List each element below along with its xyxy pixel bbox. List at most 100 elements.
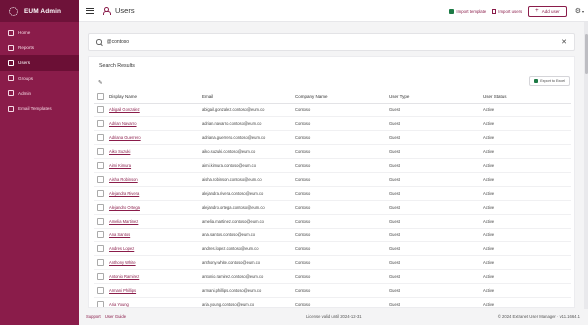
row-checkbox[interactable] bbox=[97, 259, 104, 267]
column-header-user-type[interactable]: User Type bbox=[389, 90, 483, 104]
user-status-cell: Active bbox=[483, 228, 571, 243]
clear-search-icon[interactable]: ✕ bbox=[561, 38, 567, 46]
sidebar-item-reports[interactable]: Reports bbox=[0, 40, 79, 55]
user-name-link[interactable]: Armani Phillips bbox=[109, 288, 136, 293]
table-row[interactable]: Ana Santos ana.santos.contoso@eum.co Conto… bbox=[94, 228, 571, 243]
email-cell: ana.santos.contoso@eum.co bbox=[202, 228, 295, 243]
row-select-cell bbox=[94, 130, 109, 146]
user-type-cell: Guest bbox=[389, 269, 483, 285]
email-cell: andres.lopez.contoso@eum.co bbox=[202, 241, 295, 257]
table-row[interactable]: Adriana Guerrero adriana.guerrero.contoso… bbox=[94, 130, 571, 146]
menu-toggle-icon[interactable] bbox=[86, 7, 94, 14]
row-checkbox[interactable] bbox=[97, 287, 104, 295]
user-name-link[interactable]: Alejandra Rivera bbox=[109, 191, 139, 196]
row-checkbox[interactable] bbox=[97, 120, 104, 128]
row-checkbox[interactable] bbox=[97, 273, 104, 281]
column-header-display-name[interactable]: Display Name bbox=[109, 90, 202, 104]
support-link[interactable]: Support bbox=[86, 314, 101, 319]
scrollbar-thumb[interactable] bbox=[584, 34, 588, 74]
table-row[interactable]: Aisha Robinson aisha.robinson.contoso@eum… bbox=[94, 172, 571, 187]
user-name-link[interactable]: Aimi Kimura bbox=[109, 163, 131, 168]
company-cell: Contoso bbox=[295, 186, 389, 201]
user-type-cell: Guest bbox=[389, 297, 483, 307]
row-checkbox[interactable] bbox=[97, 134, 104, 142]
row-checkbox[interactable] bbox=[97, 148, 104, 156]
table-row[interactable]: Aria Young aria.young.contoso@eum.co Conto… bbox=[94, 297, 571, 307]
row-checkbox[interactable] bbox=[97, 245, 104, 253]
user-status-cell: Active bbox=[483, 172, 571, 187]
user-name-link[interactable]: Alejandro Ortega bbox=[109, 205, 140, 210]
chevron-down-icon[interactable]: ▾ bbox=[582, 9, 584, 14]
row-checkbox[interactable] bbox=[97, 175, 104, 183]
user-type-cell: Guest bbox=[389, 158, 483, 173]
sidebar-item-admin[interactable]: Admin bbox=[0, 86, 79, 101]
chart-icon bbox=[8, 44, 14, 51]
user-name-link[interactable]: Amelia Martinez bbox=[109, 219, 138, 224]
row-checkbox[interactable] bbox=[97, 231, 104, 239]
page-scrollbar[interactable] bbox=[584, 22, 588, 309]
table-row[interactable]: Amelia Martinez amelia.martinez.contoso@e… bbox=[94, 214, 571, 229]
user-name-link[interactable]: Ana Santos bbox=[109, 232, 130, 237]
email-cell: alejandro.ortega.contoso@eum.co bbox=[202, 200, 295, 215]
table-row[interactable]: Armani Phillips armani.phillips.contoso@e… bbox=[94, 283, 571, 298]
display-name-cell: Alejandro Ortega bbox=[109, 200, 202, 215]
sidebar-item-email-templates[interactable]: Email Templates bbox=[0, 101, 79, 116]
import-users-link[interactable]: Import users bbox=[492, 8, 523, 14]
user-name-link[interactable]: Adrian Navarro bbox=[109, 121, 137, 126]
user-name-link[interactable]: Anthony White bbox=[109, 260, 136, 265]
display-name-cell: Adriana Guerrero bbox=[109, 130, 202, 146]
table-row[interactable]: Aimi Kimura aimi.kimura.contoso@eum.co Con… bbox=[94, 158, 571, 173]
search-icon bbox=[96, 39, 102, 45]
select-all-checkbox[interactable] bbox=[97, 92, 104, 100]
sidebar: EUM Admin Home Reports Users Groups Admin Ema… bbox=[0, 0, 79, 325]
search-input[interactable] bbox=[106, 39, 507, 45]
table-row[interactable]: Aiko Suzuki aiko.suzuki.contoso@eum.co Con… bbox=[94, 144, 571, 160]
add-user-button[interactable]: + Add user bbox=[528, 5, 567, 17]
row-select-cell bbox=[94, 116, 109, 132]
table-row[interactable]: Anthony White anthony.white.contoso@eum.c… bbox=[94, 255, 571, 271]
user-status-cell: Active bbox=[483, 130, 571, 146]
row-checkbox[interactable] bbox=[97, 300, 104, 307]
user-name-link[interactable]: Aiko Suzuki bbox=[109, 149, 130, 154]
import-template-link[interactable]: Import template bbox=[449, 8, 486, 14]
sidebar-item-groups[interactable]: Groups bbox=[0, 71, 79, 86]
table-row[interactable]: Abigail Gonzalez abigail.gonzalez.contoso… bbox=[94, 103, 571, 118]
user-name-link[interactable]: Aria Young bbox=[109, 302, 129, 307]
settings-gear-icon[interactable]: ⚙ bbox=[575, 7, 581, 15]
table-row[interactable]: Alejandro Ortega alejandro.ortega.contoso… bbox=[94, 200, 571, 215]
row-checkbox[interactable] bbox=[97, 189, 104, 197]
table-body: Abigail Gonzalez abigail.gonzalez.contoso… bbox=[94, 103, 571, 307]
column-header-email[interactable]: Email bbox=[202, 90, 295, 104]
user-name-link[interactable]: Aisha Robinson bbox=[109, 177, 138, 182]
display-name-cell: Ana Santos bbox=[109, 228, 202, 243]
email-cell: aimi.kimura.contoso@eum.co bbox=[202, 158, 295, 173]
row-checkbox[interactable] bbox=[97, 162, 104, 169]
users-table: Display Name Email Company Name User Typ… bbox=[94, 90, 571, 307]
row-checkbox[interactable] bbox=[97, 203, 104, 211]
column-header-company-name[interactable]: Company Name bbox=[295, 90, 389, 104]
email-cell: anthony.white.contoso@eum.co bbox=[202, 255, 295, 271]
user-name-link[interactable]: Adriana Guerrero bbox=[109, 135, 141, 140]
sidebar-item-users[interactable]: Users bbox=[0, 55, 79, 71]
user-name-link[interactable]: Abigail Gonzalez bbox=[109, 107, 140, 112]
table-row[interactable]: Adrian Navarro adrian.navarro.contoso@eum… bbox=[94, 116, 571, 132]
user-status-cell: Active bbox=[483, 214, 571, 229]
sidebar-item-home[interactable]: Home bbox=[0, 25, 79, 40]
display-name-cell: Abigail Gonzalez bbox=[109, 103, 202, 118]
table-row[interactable]: Alejandra Rivera alejandra.rivera.contoso… bbox=[94, 186, 571, 201]
row-checkbox[interactable] bbox=[97, 106, 104, 114]
edit-pencil-icon[interactable]: ✎ bbox=[98, 80, 103, 86]
column-header-user-status[interactable]: User Status bbox=[483, 90, 571, 104]
import-users-label: Import users bbox=[498, 8, 523, 14]
row-select-cell bbox=[94, 103, 109, 118]
table-row[interactable]: Antonio Ramirez antonio.ramirez.contoso@e… bbox=[94, 269, 571, 285]
user-type-cell: Guest bbox=[389, 103, 483, 118]
user-name-link[interactable]: Antonio Ramirez bbox=[109, 274, 139, 279]
export-to-excel-button[interactable]: Export to Excel bbox=[529, 76, 570, 86]
user-name-link[interactable]: Andres Lopez bbox=[109, 246, 134, 251]
sidebar-item-label: Reports bbox=[18, 45, 35, 51]
table-row[interactable]: Andres Lopez andres.lopez.contoso@eum.co C… bbox=[94, 241, 571, 257]
row-checkbox[interactable] bbox=[97, 217, 104, 225]
search-results-panel: Search Results ✎ Export to Excel Display… bbox=[88, 56, 575, 308]
user-guide-link[interactable]: User Guide bbox=[105, 314, 126, 319]
